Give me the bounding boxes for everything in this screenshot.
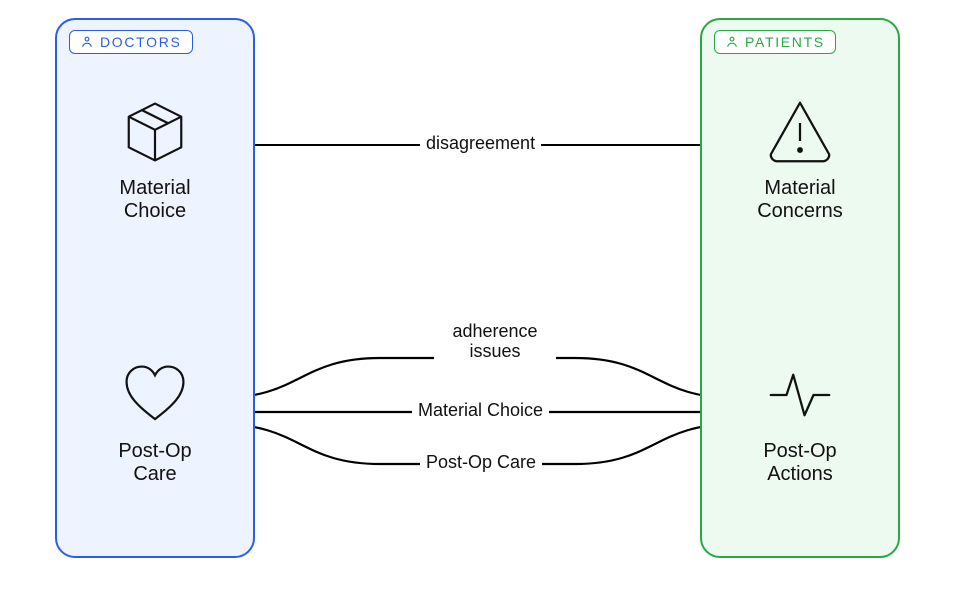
node-label: Post-OpActions bbox=[720, 440, 880, 486]
diagram-canvas: DOCTORS PATIENTS MaterialChoice bbox=[0, 0, 953, 594]
warning-triangle-icon bbox=[760, 95, 840, 169]
edge-label-adherence: adherenceissues bbox=[434, 322, 556, 362]
node-label: Post-OpCare bbox=[75, 440, 235, 486]
edge-label-disagreement: disagreement bbox=[420, 133, 541, 154]
node-label: MaterialChoice bbox=[75, 177, 235, 223]
doctors-group-header: DOCTORS bbox=[69, 30, 193, 54]
person-icon bbox=[80, 35, 94, 49]
box-icon bbox=[115, 95, 195, 169]
node-material-concerns: MaterialConcerns bbox=[720, 95, 880, 223]
edge-adherence bbox=[220, 358, 735, 398]
doctors-group-title: DOCTORS bbox=[100, 34, 182, 50]
heart-icon bbox=[115, 358, 195, 432]
patients-group-header: PATIENTS bbox=[714, 30, 836, 54]
node-postop-care: Post-OpCare bbox=[75, 358, 235, 486]
edge-label-postop-care: Post-Op Care bbox=[420, 452, 542, 473]
activity-icon bbox=[760, 358, 840, 432]
patients-group-title: PATIENTS bbox=[745, 34, 825, 50]
node-label: MaterialConcerns bbox=[720, 177, 880, 223]
person-icon bbox=[725, 35, 739, 49]
node-postop-actions: Post-OpActions bbox=[720, 358, 880, 486]
edge-label-material-choice: Material Choice bbox=[412, 400, 549, 421]
node-material-choice: MaterialChoice bbox=[75, 95, 235, 223]
